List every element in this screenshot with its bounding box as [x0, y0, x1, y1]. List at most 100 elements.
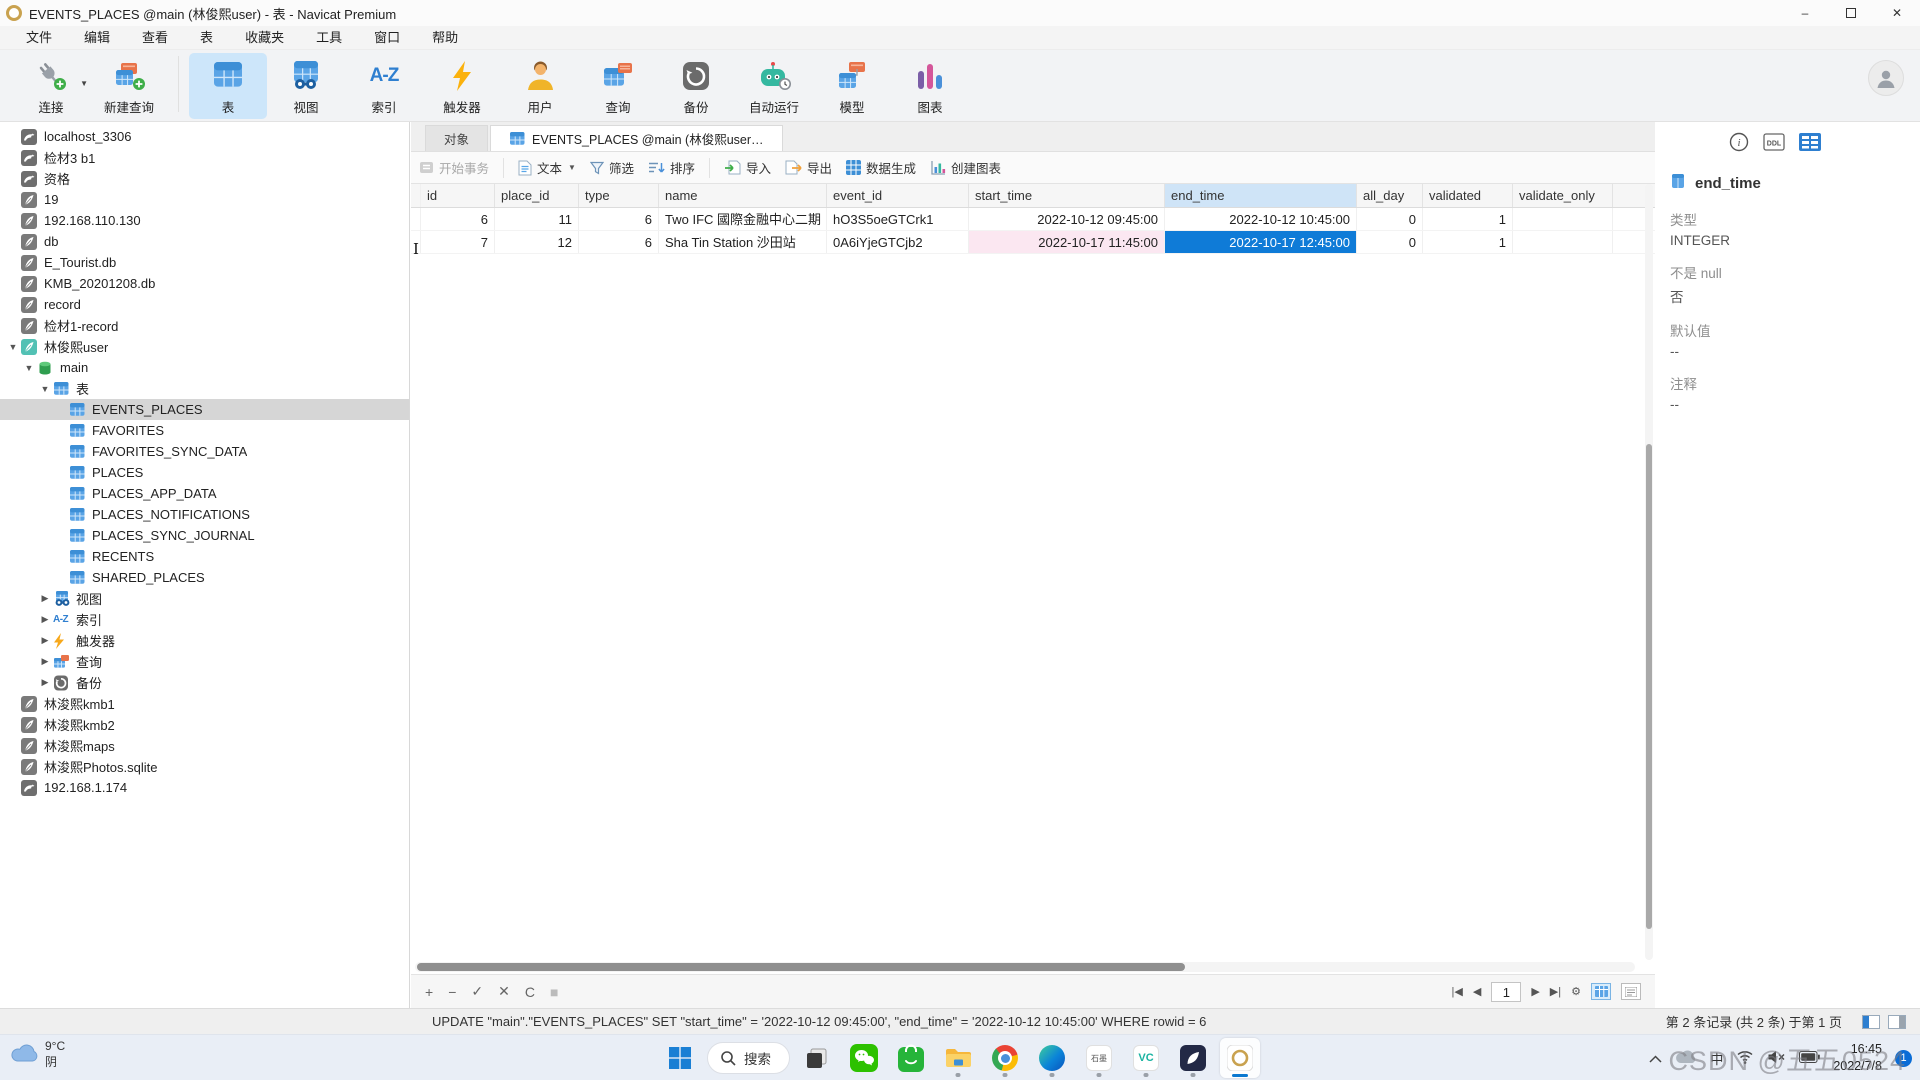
tree-item-查询[interactable]: ▶ 查询 — [0, 651, 409, 672]
cell-type[interactable]: 6 — [579, 208, 659, 230]
dropdown-caret-icon[interactable]: ▼ — [80, 79, 88, 88]
close-button[interactable]: ✕ — [1874, 0, 1920, 26]
tree-closed-arrow-icon[interactable]: ▶ — [37, 677, 53, 688]
chevron-up-icon[interactable] — [1649, 1051, 1662, 1066]
horizontal-scrollbar[interactable] — [415, 962, 1635, 972]
grid-view-button[interactable] — [1591, 983, 1611, 1000]
menu-2[interactable]: 查看 — [126, 26, 184, 50]
delete-record-button[interactable]: − — [448, 984, 456, 1000]
tree-item-E_Tourist.db[interactable]: E_Tourist.db — [0, 252, 409, 273]
tree-item-触发器[interactable]: ▶ 触发器 — [0, 630, 409, 651]
tablebar-导出[interactable]: 导出 — [785, 158, 832, 177]
info-icon[interactable]: i — [1729, 132, 1749, 157]
prev-record-button[interactable]: ◀ — [1473, 985, 1481, 998]
toolbar-查询[interactable]: 查询 — [579, 53, 657, 119]
tablebar-创建图表[interactable]: 创建图表 — [930, 158, 1001, 177]
vertical-scrollbar-thumb[interactable] — [1646, 444, 1652, 929]
tree-item-资格[interactable]: 资格 — [0, 168, 409, 189]
tablebar-筛选[interactable]: 筛选 — [590, 158, 634, 177]
tree-item-FAVORITES[interactable]: FAVORITES — [0, 420, 409, 441]
menu-3[interactable]: 表 — [184, 26, 229, 50]
taskbar-app-start[interactable] — [660, 1038, 700, 1078]
tree-item-索引[interactable]: ▶ A-Z 索引 — [0, 609, 409, 630]
tree-item-检材3 b1[interactable]: 检材3 b1 — [0, 147, 409, 168]
column-header-start_time[interactable]: start_time — [969, 184, 1165, 207]
page-number-input[interactable]: 1 — [1491, 982, 1521, 1002]
tree-item-林浚熙maps[interactable]: 林浚熙maps — [0, 735, 409, 756]
column-header-end_time[interactable]: end_time — [1165, 184, 1357, 207]
ddl-icon[interactable]: DDL — [1763, 133, 1785, 156]
tab-0[interactable]: 对象 — [425, 125, 488, 151]
taskbar-search[interactable]: 搜索 — [707, 1042, 790, 1074]
maximize-button[interactable] — [1828, 0, 1874, 26]
settings-gear-icon[interactable]: ⚙ — [1571, 985, 1581, 998]
cell-validate_only[interactable] — [1513, 231, 1613, 253]
taskbar-app-edge[interactable] — [1032, 1038, 1072, 1078]
cell-all_day[interactable]: 0 — [1357, 208, 1423, 230]
toggle-right-panel-icon[interactable] — [1888, 1015, 1906, 1029]
menu-0[interactable]: 文件 — [10, 26, 68, 50]
cell-validated[interactable]: 1 — [1423, 231, 1513, 253]
tree-item-192.168.1.174[interactable]: 192.168.1.174 — [0, 777, 409, 798]
tree-closed-arrow-icon[interactable]: ▶ — [37, 635, 53, 646]
taskbar-app-chrome[interactable] — [985, 1038, 1025, 1078]
cell-end_time[interactable]: 2022-10-17 12:45:00 — [1165, 231, 1357, 253]
tree-item-RECENTS[interactable]: RECENTS — [0, 546, 409, 567]
tree-closed-arrow-icon[interactable]: ▶ — [37, 614, 53, 625]
menu-1[interactable]: 编辑 — [68, 26, 126, 50]
ime-indicator[interactable]: 中 — [1710, 1049, 1723, 1068]
toolbar-用户[interactable]: 用户 — [501, 53, 579, 119]
cell-end_time[interactable]: 2022-10-12 10:45:00 — [1165, 208, 1357, 230]
tree-item-SHARED_PLACES[interactable]: SHARED_PLACES — [0, 567, 409, 588]
tree-item-表[interactable]: ▼ 表 — [0, 378, 409, 399]
volume-muted-icon[interactable] — [1767, 1050, 1786, 1067]
taskbar-app-file-explorer[interactable] — [938, 1038, 978, 1078]
tree-item-PLACES_NOTIFICATIONS[interactable]: PLACES_NOTIFICATIONS — [0, 504, 409, 525]
cell-name[interactable]: Two IFC 國際金融中心二期 — [659, 208, 827, 230]
menu-7[interactable]: 帮助 — [416, 26, 474, 50]
cell-start_time[interactable]: 2022-10-17 11:45:00 — [969, 231, 1165, 253]
tree-item-main[interactable]: ▼ main — [0, 357, 409, 378]
cell-place_id[interactable]: 11 — [495, 208, 579, 230]
apply-changes-button[interactable]: ✓ — [471, 983, 483, 1000]
tab-1[interactable]: EVENTS_PLACES @main (林俊熙user… — [490, 125, 783, 151]
taskbar-clock[interactable]: 16:45 2022/7/8 — [1833, 1041, 1882, 1075]
toggle-left-panel-icon[interactable] — [1862, 1015, 1880, 1029]
taskbar-app-dark-app[interactable] — [1173, 1038, 1213, 1078]
tree-item-19[interactable]: 19 — [0, 189, 409, 210]
tree-item-localhost_3306[interactable]: localhost_3306 — [0, 126, 409, 147]
cell-validate_only[interactable] — [1513, 208, 1613, 230]
column-header-type[interactable]: type — [579, 184, 659, 207]
menu-4[interactable]: 收藏夹 — [229, 26, 300, 50]
tree-item-林俊熙user[interactable]: ▼ 林俊熙user — [0, 336, 409, 357]
add-record-button[interactable]: + — [425, 984, 433, 1000]
cell-event_id[interactable]: hO3S5oeGTCrk1 — [827, 208, 969, 230]
tree-item-record[interactable]: record — [0, 294, 409, 315]
columns-view-icon[interactable] — [1799, 133, 1821, 156]
tablebar-排序[interactable]: 排序 — [648, 158, 695, 177]
taskbar-weather[interactable]: 9°C 阴 — [10, 1039, 65, 1070]
tree-open-arrow-icon[interactable]: ▼ — [21, 363, 37, 373]
taskbar-app-app-store[interactable] — [891, 1038, 931, 1078]
onedrive-cloud-icon[interactable] — [1675, 1050, 1697, 1067]
tree-item-db[interactable]: db — [0, 231, 409, 252]
horizontal-scrollbar-thumb[interactable] — [417, 963, 1185, 971]
cell-start_time[interactable]: 2022-10-12 09:45:00 — [969, 208, 1165, 230]
cell-name[interactable]: Sha Tin Station 沙田站 — [659, 231, 827, 253]
toolbar-图表[interactable]: 图表 — [891, 53, 969, 119]
tablebar-文本[interactable]: 文本 ▼ — [518, 158, 576, 177]
wifi-icon[interactable] — [1736, 1050, 1754, 1067]
taskbar-app-navicat[interactable] — [1220, 1038, 1260, 1078]
last-record-button[interactable]: ▶| — [1550, 985, 1561, 998]
column-header-name[interactable]: name — [659, 184, 827, 207]
tree-closed-arrow-icon[interactable]: ▶ — [37, 656, 53, 667]
tree-open-arrow-icon[interactable]: ▼ — [5, 342, 21, 352]
tree-item-PLACES[interactable]: PLACES — [0, 462, 409, 483]
tree-open-arrow-icon[interactable]: ▼ — [37, 384, 53, 394]
notification-badge[interactable]: 1 — [1895, 1050, 1912, 1067]
discard-changes-button[interactable]: ✕ — [498, 983, 510, 1000]
vertical-scrollbar[interactable] — [1645, 184, 1653, 960]
tree-item-192.168.110.130[interactable]: 192.168.110.130 — [0, 210, 409, 231]
toolbar-视图[interactable]: 视图 — [267, 53, 345, 119]
toolbar-自动运行[interactable]: 自动运行 — [735, 53, 813, 119]
